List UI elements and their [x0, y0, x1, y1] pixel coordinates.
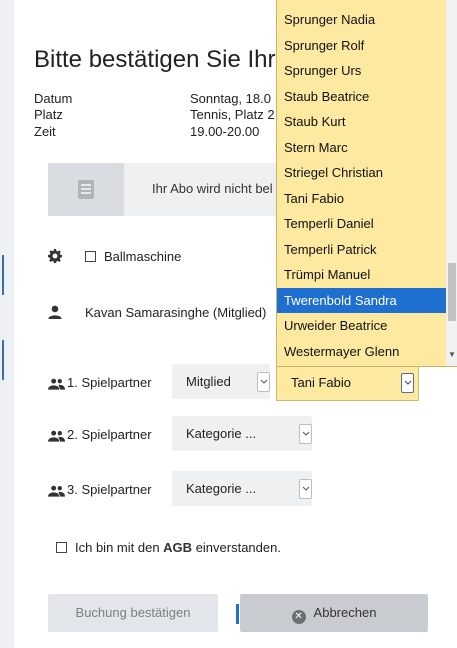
dropdown-scrollbar[interactable]: ▼ — [446, 0, 457, 366]
date-value: Sonntag, 18.0 — [190, 91, 271, 106]
dropdown-option[interactable]: Striegel Christian — [277, 160, 452, 185]
dropdown-option[interactable]: Westermayer Glenn — [277, 339, 452, 364]
group-icon — [48, 430, 65, 442]
close-icon: ✕ — [291, 610, 306, 624]
time-value: 19.00-20.00 — [190, 124, 260, 139]
chevron-down-icon — [401, 373, 414, 393]
dropdown-option[interactable]: Staub Beatrice — [277, 84, 452, 109]
dropdown-option[interactable]: Sprunger Nadia — [277, 7, 452, 32]
scroll-down-arrow-icon[interactable]: ▼ — [448, 350, 456, 359]
subscription-notice-text: Ihr Abo wird nicht bel — [152, 181, 273, 196]
partner-2-label: 2. Spielpartner — [67, 427, 152, 442]
partner-2-category-value: Kategorie ... — [186, 426, 257, 441]
cancel-button-label: Abbrechen — [313, 605, 377, 620]
dropdown-option[interactable]: Sprunger Urs — [277, 58, 452, 83]
page-accent-bar — [2, 255, 4, 295]
partner-1-category-select[interactable]: Mitglied — [172, 364, 270, 399]
dropdown-option-highlighted[interactable]: Twerenbold Sandra — [277, 288, 452, 313]
dropdown-option[interactable]: Staub Kurt — [277, 109, 452, 134]
court-value: Tennis, Platz 2 — [190, 107, 275, 122]
member-name: Kavan Samarasinghe (Mitglied) — [85, 305, 267, 320]
partner-1-player-select[interactable]: Tani Fabio — [276, 365, 419, 401]
ballmaschine-label: Ballmaschine — [104, 249, 182, 264]
partner-1-category-value: Mitglied — [186, 374, 231, 389]
partner-3-category-select[interactable]: Kategorie ... — [172, 471, 312, 506]
gear-icon — [48, 249, 62, 263]
partner-1-player-value: Tani Fabio — [291, 375, 351, 390]
date-label: Datum — [34, 91, 73, 106]
ballmaschine-checkbox[interactable] — [85, 251, 96, 262]
subscription-icon-box — [48, 163, 124, 216]
dropdown-option[interactable]: Trümpi Manuel — [277, 262, 452, 287]
agb-row[interactable]: Ich bin mit den AGB einverstanden. — [56, 540, 281, 555]
modal-title: Bitte bestätigen Sie Ihre — [34, 46, 289, 73]
time-label: Zeit — [34, 124, 56, 139]
chevron-down-icon — [299, 424, 312, 444]
agb-checkbox[interactable] — [56, 542, 67, 553]
agb-prefix: Ich bin mit den — [75, 540, 160, 555]
ballmaschine-row[interactable]: Ballmaschine — [85, 249, 181, 264]
group-icon — [48, 485, 65, 497]
dropdown-option[interactable]: Temperli Patrick — [277, 237, 452, 262]
page-accent-bar — [2, 340, 4, 380]
partner-3-label: 3. Spielpartner — [67, 482, 152, 497]
court-label: Platz — [34, 107, 63, 122]
agb-suffix: einverstanden. — [195, 540, 281, 555]
confirm-booking-button[interactable]: Buchung bestätigen — [48, 594, 218, 632]
agb-link[interactable]: AGB — [163, 540, 192, 555]
partner-3-category-value: Kategorie ... — [186, 481, 257, 496]
cancel-button[interactable]: ✕ Abbrechen — [240, 594, 428, 632]
background-page-edge — [0, 0, 14, 648]
partner-1-label: 1. Spielpartner — [67, 375, 152, 390]
partner-2-category-select[interactable]: Kategorie ... — [172, 416, 312, 451]
dropdown-option[interactable]: Tani Fabio — [277, 186, 452, 211]
person-icon — [48, 305, 62, 319]
dropdown-option[interactable]: Sprunger Rolf — [277, 33, 452, 58]
group-icon — [48, 378, 65, 390]
dropdown-option[interactable]: Stern Marc — [277, 135, 452, 160]
focus-indicator — [236, 604, 239, 624]
chevron-down-icon — [299, 479, 312, 499]
dropdown-option[interactable]: Temperli Daniel — [277, 211, 452, 236]
player-dropdown-list[interactable]: Sprunger Nadia Sprunger Rolf Sprunger Ur… — [276, 0, 457, 367]
dropdown-option[interactable]: Urweider Beatrice — [277, 313, 452, 338]
chevron-down-icon — [257, 372, 270, 392]
document-icon — [78, 180, 94, 199]
scrollbar-thumb[interactable] — [448, 263, 456, 321]
